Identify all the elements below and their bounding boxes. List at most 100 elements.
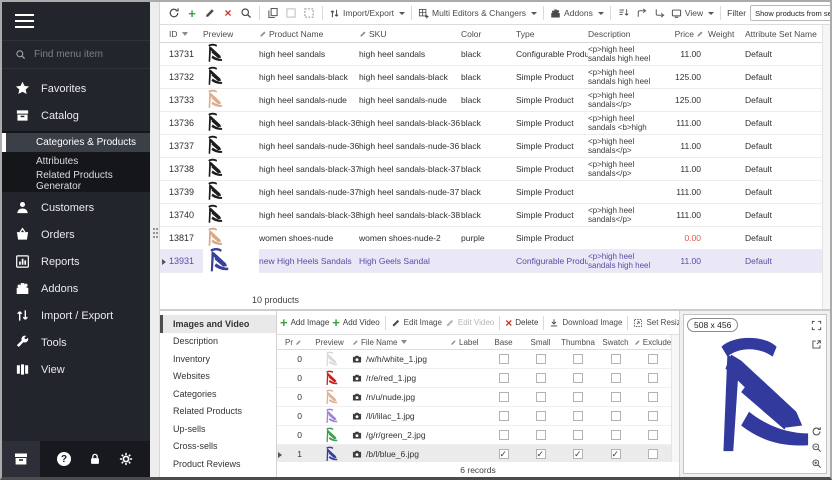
thumbnail-checkbox[interactable]: [573, 354, 583, 364]
sidebar-item-import-export[interactable]: Import / Export: [2, 302, 150, 329]
thumbnail-checkbox[interactable]: [573, 411, 583, 421]
column-header-swatch[interactable]: Swatch: [597, 338, 634, 347]
refresh-button[interactable]: [167, 6, 181, 20]
settings-gear-button[interactable]: [119, 452, 133, 466]
column-header-attribute-set[interactable]: Attribute Set Name: [745, 29, 822, 39]
column-header-product-name[interactable]: Product Name: [259, 29, 359, 39]
lock-button[interactable]: [88, 452, 102, 466]
sidebar-subitem[interactable]: Attributes: [2, 152, 150, 171]
exclude-checkbox[interactable]: [648, 449, 658, 459]
product-row[interactable]: 13740 high heel sandals-black-38 high he…: [160, 204, 822, 227]
column-header-weight[interactable]: Weight: [708, 29, 745, 39]
sidebar-splitter[interactable]: [150, 2, 160, 477]
column-header-sku[interactable]: SKU: [359, 29, 461, 39]
copy-button[interactable]: [266, 6, 280, 20]
swatch-checkbox[interactable]: [611, 430, 621, 440]
swatch-checkbox[interactable]: [611, 373, 621, 383]
help-button[interactable]: ?: [57, 452, 71, 466]
add-image-button[interactable]: +Add Image: [280, 316, 329, 329]
swatch-checkbox[interactable]: [611, 411, 621, 421]
sidebar-item-tools[interactable]: Tools: [2, 329, 150, 356]
exclude-checkbox[interactable]: [648, 373, 658, 383]
small-checkbox[interactable]: [536, 449, 546, 459]
menu-search-input[interactable]: Find menu item: [2, 40, 150, 69]
column-header-color[interactable]: Color: [461, 29, 516, 39]
column-header-file-name[interactable]: File Name: [352, 338, 450, 347]
small-checkbox[interactable]: [536, 373, 546, 383]
base-checkbox[interactable]: [499, 373, 509, 383]
thumbnail-checkbox[interactable]: [573, 449, 583, 459]
small-checkbox[interactable]: [536, 354, 546, 364]
product-row[interactable]: 13736 high heel sandals-black-36 high he…: [160, 112, 822, 135]
image-row[interactable]: 0 /w/h/white_1.jpg: [277, 350, 671, 369]
detail-tab[interactable]: Inventory: [160, 350, 276, 368]
exclude-checkbox[interactable]: [648, 411, 658, 421]
small-checkbox[interactable]: [536, 430, 546, 440]
image-row[interactable]: 0 /l/i/lilac_1.jpg: [277, 407, 671, 426]
product-row[interactable]: 13731 high heel sandals high heel sandal…: [160, 43, 822, 66]
sidebar-item-customers[interactable]: Customers: [2, 194, 150, 221]
detail-tab[interactable]: Related Products: [160, 403, 276, 421]
images-scrollbar[interactable]: [671, 335, 679, 462]
small-checkbox[interactable]: [536, 411, 546, 421]
product-row[interactable]: 13817 women shoes-nude women shoes-nude-…: [160, 227, 822, 250]
sidebar-item-reports[interactable]: Reports: [2, 248, 150, 275]
sort-az-button[interactable]: [617, 6, 631, 20]
product-row[interactable]: 13739 high heel sandals-nude-37 high hee…: [160, 181, 822, 204]
detail-tab[interactable]: Product Reviews: [160, 455, 276, 473]
product-row[interactable]: 13931 new High Heels Sandals High Geels …: [160, 250, 822, 273]
detail-tab[interactable]: Websites: [160, 368, 276, 386]
edit-video-button[interactable]: Edit Video: [445, 318, 494, 328]
sidebar-item-orders[interactable]: Orders: [2, 221, 150, 248]
small-checkbox[interactable]: [536, 392, 546, 402]
column-header-label[interactable]: Label: [450, 338, 485, 347]
sidebar-subitem[interactable]: Related Products Generator: [2, 171, 150, 190]
exclude-checkbox[interactable]: [648, 392, 658, 402]
detail-tab[interactable]: Categories: [160, 385, 276, 403]
edit-product-button[interactable]: [203, 6, 217, 20]
image-row[interactable]: 0 /n/u/nude.jpg: [277, 388, 671, 407]
open-external-button[interactable]: [811, 339, 822, 350]
addons-dropdown[interactable]: Addons: [550, 8, 604, 19]
sidebar-subitem[interactable]: Categories & Products: [2, 133, 150, 152]
products-scrollbar[interactable]: [822, 25, 830, 309]
sidebar-item-view[interactable]: View: [2, 356, 150, 383]
set-resize-rule-button[interactable]: Set Resize Rule: [633, 318, 679, 328]
image-row[interactable]: 0 /g/r/green_2.jpg: [277, 426, 671, 445]
add-product-button[interactable]: +: [185, 6, 199, 20]
filter-select[interactable]: Show products from selected categories: [750, 5, 830, 21]
column-header-id[interactable]: ID: [169, 29, 203, 39]
column-header-preview[interactable]: Preview: [307, 338, 352, 347]
zoom-in-button[interactable]: [811, 458, 822, 469]
product-row[interactable]: 13738 high heel sandals-black-37 high he…: [160, 158, 822, 181]
search-products-button[interactable]: [239, 6, 253, 20]
menu-toggle-button[interactable]: [2, 2, 150, 40]
base-checkbox[interactable]: [499, 411, 509, 421]
column-header-type[interactable]: Type: [516, 29, 588, 39]
column-header-preview[interactable]: Preview: [203, 29, 259, 39]
collapse-all-button[interactable]: [653, 6, 667, 20]
store-button[interactable]: [2, 441, 40, 477]
zoom-out-button[interactable]: [811, 442, 822, 453]
delete-product-button[interactable]: ×: [221, 6, 235, 20]
column-header-base[interactable]: Base: [485, 338, 522, 347]
swatch-checkbox[interactable]: [611, 449, 621, 459]
delete-image-button[interactable]: ×Delete: [505, 317, 538, 329]
sidebar-item-favorites[interactable]: Favorites: [2, 75, 150, 102]
sidebar-item-addons[interactable]: Addons: [2, 275, 150, 302]
product-row[interactable]: 13737 high heel sandals-nude-36 high hee…: [160, 135, 822, 158]
exclude-checkbox[interactable]: [648, 354, 658, 364]
add-video-button[interactable]: +Add Video: [332, 316, 379, 329]
product-row[interactable]: 13732 high heel sandals-black high heel …: [160, 66, 822, 89]
detail-tab[interactable]: Cross-sells: [160, 438, 276, 456]
detail-tab[interactable]: Description: [160, 333, 276, 351]
detail-tab[interactable]: Up-sells: [160, 420, 276, 438]
download-image-button[interactable]: Download Image: [549, 318, 622, 328]
column-header-small[interactable]: Small: [522, 338, 559, 347]
column-header-price[interactable]: Price: [668, 29, 708, 39]
column-header-position[interactable]: Pr: [285, 338, 307, 347]
exclude-checkbox[interactable]: [648, 430, 658, 440]
multi-editors-dropdown[interactable]: Multi Editors & Changers: [418, 8, 537, 19]
select-special-button[interactable]: [302, 6, 316, 20]
base-checkbox[interactable]: [499, 449, 509, 459]
